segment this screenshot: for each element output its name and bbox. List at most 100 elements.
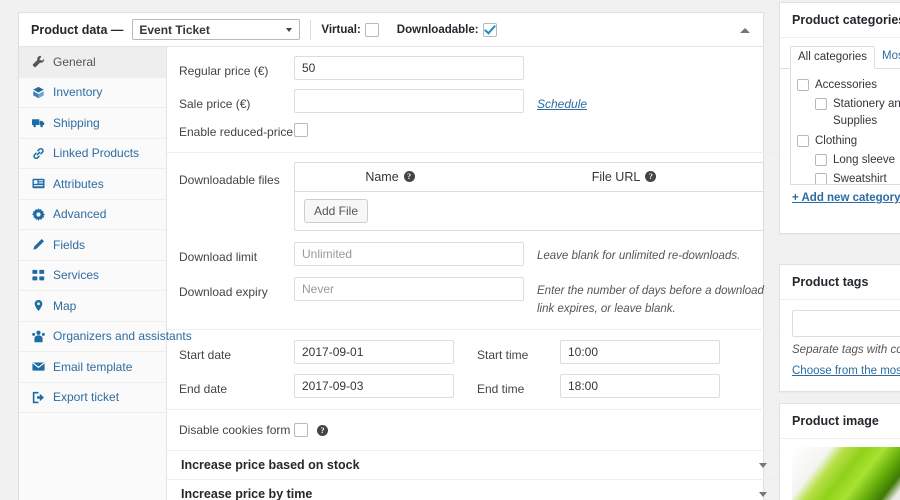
product-categories-tabs: All categories Most U	[780, 46, 900, 69]
start-date-label: Start date	[179, 340, 294, 364]
help-icon[interactable]: ?	[317, 425, 328, 436]
tab-export-ticket[interactable]: Export ticket	[19, 383, 166, 414]
category-checkbox[interactable]	[797, 135, 809, 147]
tab-map-label: Map	[53, 299, 76, 313]
downloadable-checkbox-group[interactable]: Downloadable:	[397, 23, 497, 37]
tab-most-used[interactable]: Most U	[875, 46, 900, 68]
map-pin-icon	[31, 299, 45, 313]
list-item[interactable]: Accessories	[797, 77, 900, 93]
tab-map[interactable]: Map	[19, 291, 166, 322]
sale-price-row: Sale price (€) Schedule	[167, 80, 781, 113]
general-panel: Regular price (€) 50 Sale price (€) Sche…	[167, 47, 781, 500]
list-item[interactable]: Sweatshirt	[797, 171, 900, 185]
add-new-category-link[interactable]: + Add new category	[780, 185, 900, 204]
download-expiry-description: Enter the number of days before a downlo…	[524, 277, 769, 319]
header-divider	[310, 20, 311, 40]
start-time-input[interactable]: 10:00	[560, 340, 720, 364]
virtual-checkbox[interactable]	[365, 23, 379, 37]
product-tags-input[interactable]	[792, 310, 900, 337]
download-limit-input[interactable]: Unlimited	[294, 242, 524, 266]
schedule-link[interactable]: Schedule	[537, 97, 587, 111]
tab-linked-products-label: Linked Products	[53, 146, 139, 160]
wrench-icon	[31, 55, 45, 69]
page-title: Product data —	[31, 23, 123, 37]
link-icon	[31, 146, 45, 160]
regular-price-input[interactable]: 50	[294, 56, 524, 80]
tab-general[interactable]: General	[19, 47, 166, 78]
tab-inventory[interactable]: Inventory	[19, 78, 166, 109]
tab-linked-products[interactable]: Linked Products	[19, 139, 166, 170]
downloadable-label: Downloadable:	[397, 24, 479, 36]
product-tags-title: Product tags	[780, 265, 900, 300]
end-date-input[interactable]: 2017-09-03	[294, 374, 454, 398]
product-data-header: Product data — Event Ticket Virtual: Dow…	[19, 13, 763, 47]
enable-reduced-price-row: Enable reduced-price	[167, 113, 781, 152]
pencil-icon	[31, 238, 45, 252]
product-image-thumbnail[interactable]	[792, 447, 900, 500]
table-footer-row: Add File	[295, 192, 763, 230]
tab-all-categories[interactable]: All categories	[790, 46, 875, 69]
tab-email-template[interactable]: Email template	[19, 352, 166, 383]
tab-export-ticket-label: Export ticket	[53, 390, 119, 404]
tab-attributes[interactable]: Attributes	[19, 169, 166, 200]
accordion-increase-price-by-time[interactable]: Increase price by time	[167, 479, 781, 500]
tab-advanced[interactable]: Advanced	[19, 200, 166, 231]
download-expiry-input[interactable]: Never	[294, 277, 524, 301]
product-tags-description: Separate tags with comm	[780, 337, 900, 356]
tab-fields[interactable]: Fields	[19, 230, 166, 261]
truck-icon	[31, 116, 45, 130]
product-image-title: Product image	[780, 404, 900, 439]
download-expiry-row: Download expiry Never Enter the number o…	[167, 266, 781, 329]
download-limit-row: Download limit Unlimited Leave blank for…	[167, 231, 781, 266]
start-datetime-row: Start date 2017-09-01 Start time 10:00	[167, 330, 781, 364]
add-file-button[interactable]: Add File	[304, 199, 368, 223]
disable-cookies-row: Disable cookies form ?	[167, 410, 781, 451]
grid-icon	[31, 177, 45, 191]
sale-price-input[interactable]	[294, 89, 524, 113]
help-icon[interactable]: ?	[404, 171, 415, 182]
disable-cookies-checkbox[interactable]	[294, 423, 308, 437]
list-item[interactable]: Stationery and Supplies	[797, 96, 900, 130]
accordion-title: Increase price by time	[181, 487, 312, 500]
end-time-label: End time	[454, 374, 560, 398]
end-time-input[interactable]: 18:00	[560, 374, 720, 398]
tab-organizers-and-assistants[interactable]: Organizers and assistants	[19, 322, 166, 353]
category-checkbox[interactable]	[815, 154, 827, 166]
caret-up-icon[interactable]	[737, 22, 753, 38]
downloadable-files-row: Downloadable files Name ? File URL ?	[167, 153, 781, 231]
start-time-label: Start time	[454, 340, 560, 364]
tab-services[interactable]: Services	[19, 261, 166, 292]
category-label: Sweatshirt	[833, 171, 887, 185]
product-tags-panel: Product tags Separate tags with comm Cho…	[779, 264, 900, 392]
tab-shipping-label: Shipping	[53, 116, 100, 130]
blocks-icon	[31, 268, 45, 282]
product-categories-list[interactable]: Accessories Stationery and Supplies Clot…	[790, 69, 900, 185]
virtual-checkbox-group[interactable]: Virtual:	[321, 23, 378, 37]
tab-attributes-label: Attributes	[53, 177, 104, 191]
list-item[interactable]: Long sleeve	[797, 152, 900, 168]
help-icon[interactable]: ?	[645, 171, 656, 182]
enable-reduced-price-checkbox[interactable]	[294, 123, 308, 137]
tab-shipping[interactable]: Shipping	[19, 108, 166, 139]
downloadable-files-table: Name ? File URL ? Add File	[294, 162, 764, 231]
download-limit-description: Leave blank for unlimited re-downloads.	[524, 242, 762, 265]
downloadable-files-label: Downloadable files	[179, 162, 294, 189]
category-checkbox[interactable]	[797, 79, 809, 91]
accordion-increase-price-based-on-stock[interactable]: Increase price based on stock	[167, 450, 781, 479]
product-image-panel: Product image	[779, 403, 900, 500]
tab-advanced-label: Advanced	[53, 207, 106, 221]
column-header-file-url-label: File URL	[592, 170, 641, 184]
product-data-body: General Inventory Shipping Linked Produc…	[19, 47, 763, 500]
screen: Product data — Event Ticket Virtual: Dow…	[0, 0, 900, 500]
choose-from-most-used-link[interactable]: Choose from the most u	[780, 356, 900, 377]
product-type-select[interactable]: Event Ticket	[132, 19, 300, 40]
category-label: Stationery and Supplies	[833, 96, 900, 130]
downloadable-checkbox[interactable]	[483, 23, 497, 37]
category-checkbox[interactable]	[815, 98, 827, 110]
start-date-input[interactable]: 2017-09-01	[294, 340, 454, 364]
column-header-name-label: Name	[365, 170, 398, 184]
chevron-down-icon	[759, 463, 767, 468]
category-checkbox[interactable]	[815, 173, 827, 185]
list-item[interactable]: Clothing	[797, 133, 900, 149]
tab-general-label: General	[53, 55, 96, 69]
